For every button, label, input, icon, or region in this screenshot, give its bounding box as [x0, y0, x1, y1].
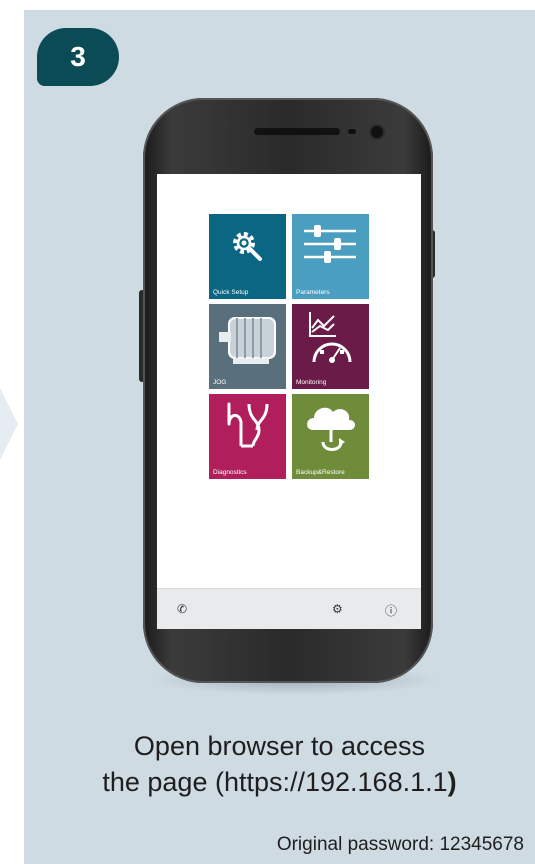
step-number: 3: [70, 41, 86, 72]
bottom-nav-bar: ✆ ⚙ ⓘ: [157, 588, 421, 629]
tile-label: Quick Setup: [213, 289, 249, 296]
step-badge: 3: [37, 28, 119, 86]
settings-icon[interactable]: ⚙: [332, 602, 343, 616]
speaker-grille: [254, 128, 340, 135]
tile-backup-restore[interactable]: Backup&Restore: [292, 394, 369, 479]
phone-device: Quick Setup Parameters JOG Monitoring Di…: [143, 98, 433, 683]
tile-label: Parameters: [296, 289, 330, 296]
proximity-sensor: [348, 129, 356, 134]
tile-jog[interactable]: JOG: [209, 304, 286, 389]
tile-label: Diagnostics: [213, 469, 247, 476]
motor-icon: [219, 317, 276, 364]
tile-parameters[interactable]: Parameters: [292, 214, 369, 299]
tile-label: JOG: [213, 379, 227, 386]
tile-label: Backup&Restore: [296, 469, 345, 476]
caption-line-2: the page (https://192.168.1.1): [24, 764, 535, 800]
chart-gauge-icon: [309, 312, 352, 363]
caption: Open browser to access the page (https:/…: [24, 728, 535, 800]
info-icon[interactable]: ⓘ: [385, 602, 397, 619]
caption-line-1: Open browser to access: [133, 731, 426, 761]
password-note: Original password: 12345678: [276, 834, 524, 855]
phone-icon[interactable]: ✆: [177, 602, 187, 616]
caption-close-paren: ): [447, 767, 457, 797]
caption-url-text: the page (https://192.168.1.1: [102, 767, 448, 797]
chevron-right-icon: [0, 388, 18, 460]
gear-wrench-icon: [233, 232, 262, 261]
phone-screen: Quick Setup Parameters JOG Monitoring Di…: [157, 174, 421, 629]
tile-diagnostics[interactable]: Diagnostics: [209, 394, 286, 479]
cloud-restore-icon: [307, 407, 355, 451]
tile-monitoring[interactable]: Monitoring: [292, 304, 369, 389]
sliders-icon: [304, 225, 356, 263]
stethoscope-icon: [227, 402, 269, 448]
front-camera: [371, 126, 383, 138]
tile-label: Monitoring: [296, 379, 327, 386]
tile-quick-setup[interactable]: Quick Setup: [209, 214, 286, 299]
